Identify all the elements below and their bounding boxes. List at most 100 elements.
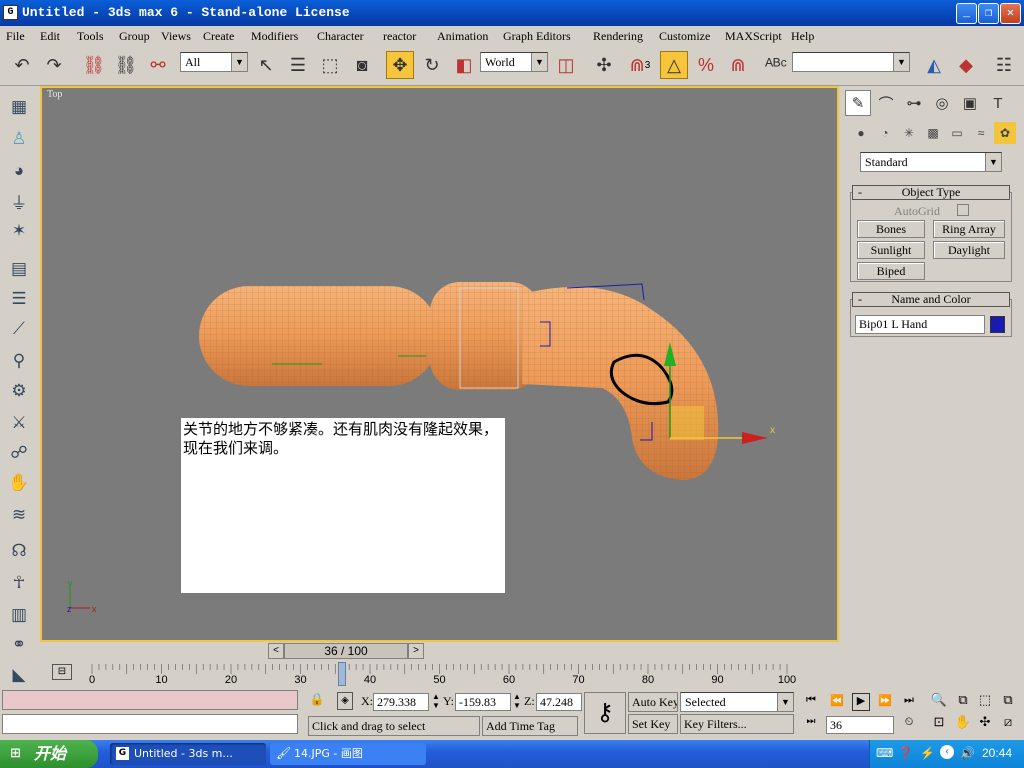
next-frame-button-icon[interactable]: ⏩ <box>876 694 894 710</box>
maximize-button[interactable]: ❐ <box>978 3 999 24</box>
select-object-icon[interactable]: ↖ <box>252 51 280 79</box>
named-selection-dropdown[interactable]: ▼ <box>792 52 910 72</box>
spinner-snap-icon[interactable]: ⋒ <box>724 51 752 79</box>
network-icon[interactable]: ⚡ <box>920 746 935 760</box>
current-frame-marker[interactable] <box>338 662 346 686</box>
rectangular-selection-icon[interactable]: ⬚ <box>316 51 344 79</box>
sunlight-button[interactable]: Sunlight <box>857 241 925 259</box>
x-spinner-icon[interactable]: ▲ ▼ <box>432 692 440 710</box>
redo-icon[interactable]: ↷ <box>40 51 68 79</box>
daylight-button[interactable]: Daylight <box>933 241 1005 259</box>
cloth-icon[interactable]: ♙ <box>6 126 32 152</box>
auto-key-button[interactable]: Auto Key <box>628 692 678 712</box>
knot-icon[interactable]: ☊ <box>6 538 32 564</box>
help-icon[interactable]: ❓ <box>898 746 913 760</box>
add-time-tag-button[interactable]: Add Time Tag <box>482 716 578 736</box>
task-paint[interactable]: 🖌 14.JPG - 画图 <box>270 743 426 765</box>
menu-edit[interactable]: Edit <box>40 29 60 44</box>
name-color-header[interactable]: - Name and Color <box>852 292 1010 307</box>
use-pivot-center-icon[interactable]: ◫ <box>552 51 580 79</box>
maxscript-listener-bottom[interactable] <box>2 714 298 734</box>
object-type-header[interactable]: - Object Type <box>852 185 1010 200</box>
utilities-tab-icon[interactable]: T <box>985 90 1011 116</box>
volume-icon[interactable]: 🔊 <box>960 746 975 760</box>
menu-file[interactable]: File <box>6 29 25 44</box>
select-manipulate-icon[interactable]: ✣ <box>590 51 618 79</box>
select-link-icon[interactable]: ⛓ <box>80 51 108 79</box>
go-to-start-icon[interactable]: ⏮ <box>802 694 820 710</box>
menu-maxscript[interactable]: MAXScript <box>725 29 782 44</box>
angle-snap-icon[interactable]: △ <box>660 51 688 79</box>
app-icon[interactable]: G <box>3 5 18 20</box>
edit-named-selection-icon[interactable]: ᴬᴮᶜ <box>762 51 790 79</box>
region-zoom-icon[interactable]: ⊡ <box>930 714 948 732</box>
sphere-icon[interactable]: ◕ <box>6 158 32 184</box>
boot-icon[interactable]: ◣ <box>6 662 32 688</box>
z-coordinate-input[interactable]: 47.248 <box>536 693 582 711</box>
time-slider-thumb[interactable]: 36 / 100 <box>284 643 408 659</box>
go-to-end-icon[interactable]: ⏭ <box>900 694 918 710</box>
gear-icon[interactable]: ⚙ <box>6 378 32 404</box>
play-icon[interactable]: ▶ <box>852 693 870 711</box>
snaps-toggle-icon[interactable]: ⋒ 3 <box>626 51 654 79</box>
menu-modifiers[interactable]: Modifiers <box>251 29 298 44</box>
set-key-icon[interactable]: ⚷ <box>584 692 626 734</box>
prev-frame-icon[interactable]: < <box>268 643 284 659</box>
select-and-rotate-icon[interactable]: ↻ <box>418 51 446 79</box>
lock-icon[interactable]: 🔒 <box>309 692 325 710</box>
absolute-mode-icon[interactable]: ◈ <box>337 692 353 710</box>
create-tab-icon[interactable]: ✎ <box>845 90 871 116</box>
maxscript-listener-top[interactable] <box>2 690 298 710</box>
menu-graph-editors[interactable]: Graph Editors <box>503 29 571 44</box>
select-by-name-icon[interactable]: ☰ <box>284 51 312 79</box>
tray-expand-icon[interactable]: ‹ <box>940 745 954 759</box>
key-mode-dropdown[interactable]: Selected ▼ <box>680 692 794 712</box>
current-frame-input[interactable]: 36 <box>826 716 894 734</box>
category-dropdown[interactable]: Standard ▼ <box>860 152 1002 172</box>
pin-icon[interactable]: ⏚ <box>6 188 32 214</box>
window-crossing-icon[interactable]: ◙ <box>348 51 376 79</box>
modify-object-icon[interactable]: ▦ <box>6 94 32 120</box>
space-warps-icon[interactable]: ≈ <box>970 122 992 144</box>
biped-button[interactable]: Biped <box>857 262 925 280</box>
grid-panel-icon[interactable]: ▤ <box>6 256 32 282</box>
menu-customize[interactable]: Customize <box>659 29 710 44</box>
menu-animation[interactable]: Animation <box>437 29 488 44</box>
wing-icon[interactable]: ☍ <box>6 440 32 466</box>
keyboard-icon[interactable]: ⌨ <box>876 746 893 760</box>
object-color-swatch[interactable] <box>990 316 1005 333</box>
zoom-extents-icon[interactable]: ⬚ <box>976 692 994 710</box>
magnet-icon[interactable]: ⚲ <box>6 348 32 374</box>
wave-icon[interactable]: ≋ <box>6 502 32 528</box>
mirror-icon[interactable]: ◭ <box>920 51 948 79</box>
zoom-extents-all-icon[interactable]: ⧉ <box>999 692 1017 710</box>
y-coordinate-input[interactable]: -159.83 <box>455 693 511 711</box>
key-filters-button[interactable]: Key Filters... <box>680 714 794 734</box>
menu-reactor[interactable]: reactor <box>383 29 416 44</box>
stack-icon[interactable]: ☰ <box>6 286 32 312</box>
maximize-viewport-icon[interactable]: ⧄ <box>999 714 1017 732</box>
align-icon[interactable]: ◆ <box>952 51 980 79</box>
previous-frame-icon[interactable]: ⏪ <box>828 694 846 710</box>
helpers-icon[interactable]: ▭ <box>946 122 968 144</box>
figure-icon[interactable]: ☥ <box>6 570 32 596</box>
undo-icon[interactable]: ↶ <box>8 51 36 79</box>
systems-icon[interactable]: ✿ <box>994 122 1016 144</box>
modify-tab-icon[interactable]: ⌒ <box>873 90 899 116</box>
book-icon[interactable]: ▥ <box>6 602 32 628</box>
reference-coord-dropdown[interactable]: World ▼ <box>480 52 548 72</box>
star-icon[interactable]: ✶ <box>6 218 32 244</box>
autogrid-checkbox[interactable] <box>957 204 969 216</box>
shapes-icon[interactable]: ◔ <box>874 122 896 144</box>
object-name-input[interactable]: Bip01 L Hand <box>855 315 985 334</box>
rod-icon[interactable]: ⟋ <box>6 316 32 342</box>
bind-space-warp-icon[interactable]: ⚯ <box>144 51 172 79</box>
lights-icon[interactable]: ✳ <box>898 122 920 144</box>
geometry-icon[interactable]: ● <box>850 122 872 144</box>
time-slider[interactable]: < 36 / 100 > <box>268 643 424 660</box>
hierarchy-tab-icon[interactable]: ⊶ <box>901 90 927 116</box>
hand-icon[interactable]: ✋ <box>6 470 32 496</box>
motion-tab-icon[interactable]: ◎ <box>929 90 955 116</box>
next-frame-icon[interactable]: > <box>408 643 424 659</box>
minimize-button[interactable]: _ <box>956 3 977 24</box>
